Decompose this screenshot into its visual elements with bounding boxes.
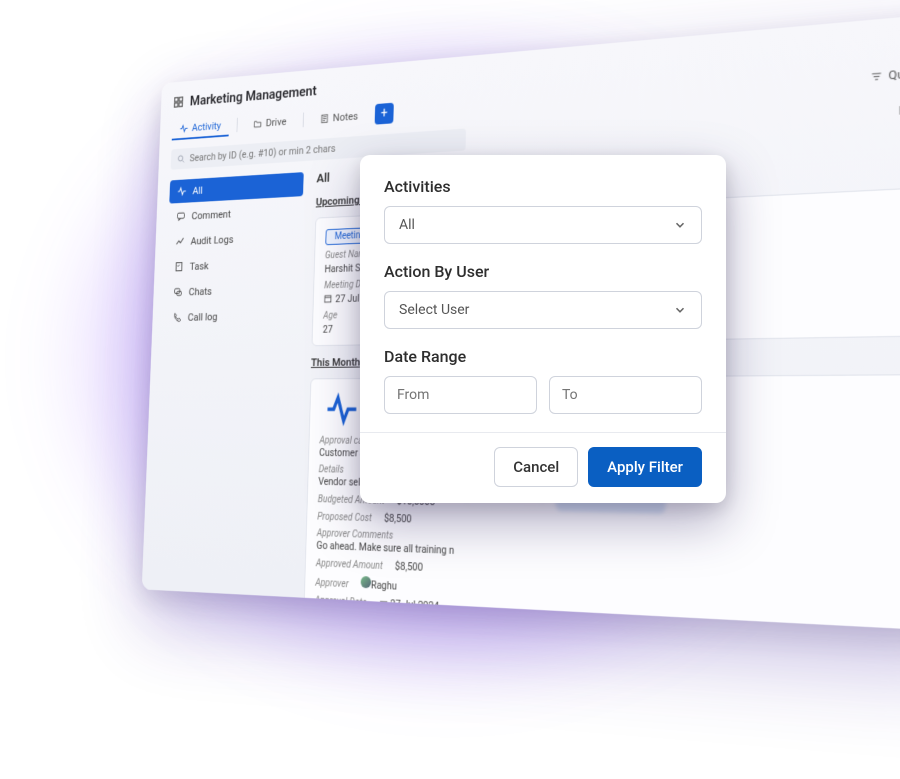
activities-select[interactable]: All xyxy=(384,206,702,244)
search-icon xyxy=(177,154,185,164)
tab-notes[interactable]: Notes xyxy=(311,105,367,130)
sidebar-item-audit-logs[interactable]: Audit Logs xyxy=(167,224,302,254)
tab-separator xyxy=(236,118,237,132)
chevron-down-icon xyxy=(673,218,687,232)
calendar-icon xyxy=(324,294,333,304)
sidebar: All Comment Audit Logs Task Chats xyxy=(151,172,304,632)
tab-separator xyxy=(302,113,303,128)
page-title-text: Marketing Management xyxy=(190,82,317,109)
proposed-key: Proposed Cost xyxy=(317,512,372,524)
sidebar-item-label: Chats xyxy=(189,285,213,298)
approver-key: Approver xyxy=(315,578,348,590)
action-by-label: Action By User xyxy=(384,262,702,281)
apply-filter-button[interactable]: Apply Filter xyxy=(588,447,702,487)
activities-value: All xyxy=(399,217,415,233)
note-icon xyxy=(320,113,329,124)
pulse-icon xyxy=(325,390,359,428)
tab-drive[interactable]: Drive xyxy=(245,111,295,135)
date-to-field[interactable] xyxy=(549,376,702,414)
filter-modal: Activities All Action By User Select Use… xyxy=(360,155,726,503)
quick-filter-button[interactable]: Quick Filter xyxy=(870,63,900,84)
add-tab-button[interactable]: + xyxy=(375,103,394,125)
tab-activity[interactable]: Activity xyxy=(172,115,229,141)
phone-icon xyxy=(172,312,182,323)
action-by-select[interactable]: Select User xyxy=(384,291,702,329)
approved-amount-key: Approved Amount xyxy=(316,559,383,573)
date-from-field[interactable] xyxy=(384,376,537,414)
avatar xyxy=(360,576,371,588)
sidebar-item-label: All xyxy=(192,184,203,197)
chat-icon xyxy=(173,286,183,297)
tab-label: Activity xyxy=(192,119,221,134)
folder-icon xyxy=(253,118,262,129)
date-to-input[interactable] xyxy=(562,387,689,403)
approved-amount-value: $8,500 xyxy=(395,560,423,574)
chart-icon xyxy=(175,236,185,247)
plus-icon: + xyxy=(381,106,388,121)
age-value: 27 xyxy=(323,323,337,336)
pulse-icon xyxy=(177,186,187,197)
sidebar-item-label: Call log xyxy=(188,310,218,324)
sidebar-item-label: Comment xyxy=(191,207,231,222)
sidebar-item-call-log[interactable]: Call log xyxy=(164,302,299,329)
sidebar-item-label: Audit Logs xyxy=(190,233,233,248)
tab-label: Notes xyxy=(333,109,359,124)
comment-icon xyxy=(176,211,186,222)
quick-filter-label: Quick Filter xyxy=(888,63,900,83)
activities-label: Activities xyxy=(384,177,702,196)
filter-icon xyxy=(870,70,882,82)
modal-separator xyxy=(360,432,726,433)
date-from-input[interactable] xyxy=(397,387,524,403)
action-by-value: Select User xyxy=(399,302,469,318)
age-key: Age xyxy=(323,310,337,321)
sidebar-item-label: Task xyxy=(190,259,209,272)
approver-value: Raghu xyxy=(360,576,397,593)
task-icon xyxy=(174,261,184,272)
grid-icon xyxy=(173,95,184,108)
pulse-icon xyxy=(180,123,189,133)
cancel-button[interactable]: Cancel xyxy=(494,447,578,487)
proposed-value: $8,500 xyxy=(384,512,412,526)
sidebar-item-task[interactable]: Task xyxy=(166,250,301,279)
date-range-label: Date Range xyxy=(384,347,702,366)
sidebar-item-chats[interactable]: Chats xyxy=(165,276,300,304)
chevron-down-icon xyxy=(673,303,687,317)
tab-label: Drive xyxy=(265,115,286,129)
